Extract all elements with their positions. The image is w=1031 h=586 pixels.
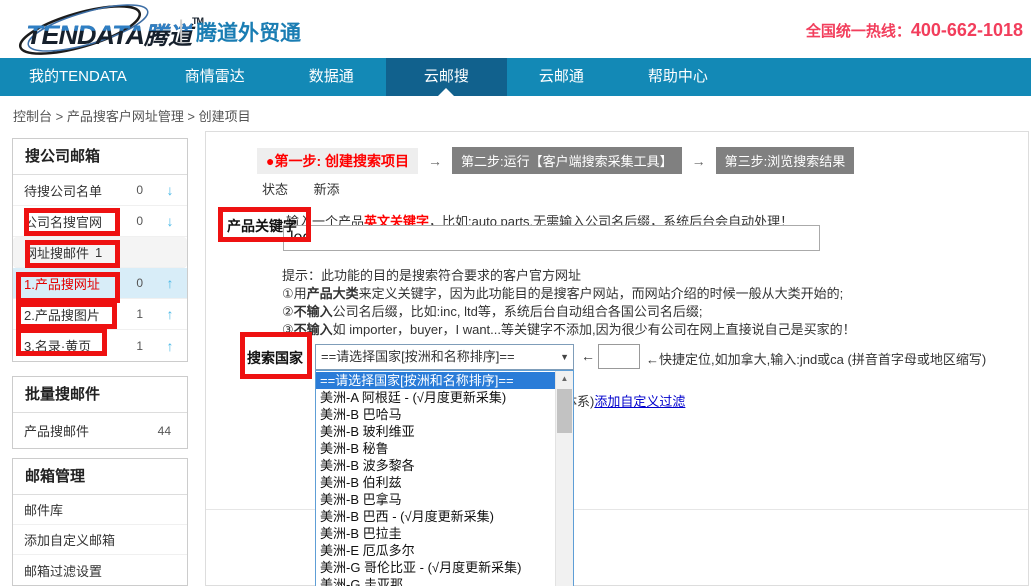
country-options: ==请选择国家[按洲和名称排序]==美洲-A 阿根廷 - (√月度更新采集)美洲… [316, 372, 555, 586]
step-arrow-icon: → [682, 153, 716, 169]
scrollbar-thumb[interactable] [557, 389, 572, 433]
custom-filter-line: 体系)添加自定义过滤 [564, 391, 685, 410]
sidebar-item-mailbox-filter-settings[interactable]: 邮箱过滤设置 [13, 555, 187, 585]
sidebar-item-add-custom-mailbox[interactable]: 添加自定义邮箱 [13, 525, 187, 555]
sidebar-section-batch-search-email: 批量搜邮件 产品搜邮件 44 [12, 376, 188, 449]
count-badge: 0 [136, 183, 143, 197]
status-label: 状态 [262, 182, 288, 197]
search-country-label: 搜索国家 [247, 348, 303, 368]
add-custom-filter-link[interactable]: 添加自定义过滤 [594, 394, 685, 409]
sidebar-title-batch-search-email: 批量搜邮件 [13, 377, 187, 413]
country-option[interactable]: 美洲-G 圭亚那 [316, 576, 555, 586]
country-dropdown-list: ==请选择国家[按洲和名称排序]==美洲-A 阿根廷 - (√月度更新采集)美洲… [315, 370, 574, 586]
step-3-browse-results: 第三步:浏览搜索结果 [716, 147, 855, 174]
sidebar-item-product-search-email[interactable]: 产品搜邮件 44 [13, 413, 187, 448]
sidebar-section-mailbox-management: 邮箱管理 邮件库 添加自定义邮箱 邮箱过滤设置 [12, 458, 188, 586]
tips-line-3: ②不输入公司名后缀，比如:inc, ltd等，系统后台自动组合各国公司名后缀; [282, 303, 856, 321]
product-keyword-input[interactable] [283, 225, 820, 251]
sidebar-section-search-company-email: 搜公司邮箱 待搜公司名单 0 ↓ 公司名搜官网 0 ↓ 网址搜邮件 1 1.产品… [12, 138, 188, 362]
dropdown-scrollbar[interactable]: ▲ [555, 371, 573, 586]
scroll-up-icon[interactable]: ▲ [556, 371, 573, 387]
arrow-down-icon[interactable]: ↓ [163, 182, 177, 198]
country-option[interactable]: 美洲-B 玻利维亚 [316, 423, 555, 440]
country-option[interactable]: 美洲-A 阿根廷 - (√月度更新采集) [316, 389, 555, 406]
nav-item-data-pass[interactable]: 数据通 [277, 58, 386, 96]
logo-text: TENDATA腾道TM TENDATA腾道 [26, 16, 203, 51]
quick-locate-hint: ←快捷定位,如加拿大,输入:jnd或ca (拼音首字母或地区缩写) [646, 349, 986, 368]
sidebar-item-mail-library[interactable]: 邮件库 [13, 495, 187, 525]
sidebar-item-url-search-email[interactable]: 网址搜邮件 1 [13, 237, 187, 268]
country-option[interactable]: 美洲-B 巴西 - (√月度更新采集) [316, 508, 555, 525]
count-badge: 44 [158, 424, 171, 438]
country-option[interactable]: 美洲-B 巴哈马 [316, 406, 555, 423]
product-keyword-label: 产品关键字 [227, 216, 297, 236]
tips-line-2: ①用产品大类来定义关键字，因为此功能目的是搜客户网站，而网站介绍的时候一般从大类… [282, 285, 856, 303]
count-badge: 1 [95, 245, 102, 260]
step-1-create-project: ●第一步: 创建搜索项目 [257, 148, 418, 174]
sidebar-item-directory-yellow-pages[interactable]: 3.名录·黄页 1 ↑ [13, 330, 187, 361]
chevron-down-icon: ▼ [560, 345, 569, 369]
page: TENDATA腾道TM TENDATA腾道 | 腾道外贸通 全国统一热线：400… [0, 0, 1031, 586]
country-option[interactable]: ==请选择国家[按洲和名称排序]== [316, 372, 555, 389]
count-badge: 1 [136, 307, 143, 321]
logo-divider: | [178, 16, 184, 44]
country-option[interactable]: 美洲-B 巴拿马 [316, 491, 555, 508]
quick-locate-input[interactable] [598, 344, 640, 369]
header: TENDATA腾道TM TENDATA腾道 | 腾道外贸通 全国统一热线：400… [0, 0, 1031, 58]
sidebar-item-company-name-search-site[interactable]: 公司名搜官网 0 ↓ [13, 206, 187, 237]
step-arrow-icon: → [418, 153, 452, 169]
status-row: 状态 新添 [262, 179, 340, 198]
count-badge: 0 [136, 276, 143, 290]
arrow-down-icon[interactable]: ↓ [163, 213, 177, 229]
product-name: 腾道外贸通 [196, 17, 301, 47]
step-2-run-client-tool: 第二步:运行【客户端搜索采集工具】 [452, 147, 682, 174]
country-option[interactable]: 美洲-B 秘鲁 [316, 440, 555, 457]
arrow-up-icon[interactable]: ↑ [163, 306, 177, 322]
arrow-up-icon[interactable]: ↑ [163, 338, 177, 354]
sidebar-item-product-search-image[interactable]: 2.产品搜图片 1 ↑ [13, 299, 187, 330]
nav-item-cloud-mail-search[interactable]: 云邮搜 [386, 58, 507, 96]
tips-line-1: 提示：此功能的目的是搜索符合要求的客户官方网址 [282, 267, 856, 285]
tips-block: 提示：此功能的目的是搜索符合要求的客户官方网址 ①用产品大类来定义关键字，因为此… [282, 267, 856, 339]
country-option[interactable]: 美洲-E 厄瓜多尔 [316, 542, 555, 559]
nav-item-business-radar[interactable]: 商情雷达 [153, 58, 277, 96]
breadcrumb: 控制台 > 产品搜客户网址管理 > 创建项目 [13, 106, 251, 125]
count-badge: 1 [136, 339, 143, 353]
sidebar-title-mailbox-management: 邮箱管理 [13, 459, 187, 495]
hotline-label: 全国统一热线： [806, 23, 911, 40]
count-badge: 0 [136, 214, 143, 228]
country-option[interactable]: 美洲-G 哥伦比亚 - (√月度更新采集) [316, 559, 555, 576]
status-value: 新添 [314, 182, 340, 197]
wizard-steps: ●第一步: 创建搜索项目 → 第二步:运行【客户端搜索采集工具】 → 第三步:浏… [257, 147, 854, 174]
sidebar-title-search-company-email: 搜公司邮箱 [13, 139, 187, 175]
arrow-up-icon[interactable]: ↑ [163, 275, 177, 291]
hotline-number: 400-662-1018 [911, 20, 1023, 40]
nav-item-cloud-mail-pass[interactable]: 云邮通 [507, 58, 616, 96]
nav-item-my-tendata[interactable]: 我的TENDATA [0, 58, 153, 96]
left-arrow-icon: ← [581, 348, 595, 364]
main-nav: 我的TENDATA 商情雷达 数据通 云邮搜 云邮通 帮助中心 [0, 58, 1031, 96]
hotline: 全国统一热线：400-662-1018 [806, 20, 1023, 41]
sidebar-item-pending-company-list[interactable]: 待搜公司名单 0 ↓ [13, 175, 187, 206]
country-option[interactable]: 美洲-B 波多黎各 [316, 457, 555, 474]
country-select[interactable]: ==请选择国家[按洲和名称排序]== ▼ [315, 344, 574, 370]
nav-item-help-center[interactable]: 帮助中心 [616, 58, 740, 96]
country-option[interactable]: 美洲-B 伯利兹 [316, 474, 555, 491]
country-option[interactable]: 美洲-B 巴拉圭 [316, 525, 555, 542]
country-select-value: ==请选择国家[按洲和名称排序]== [321, 349, 515, 364]
tips-line-4: ③不输入如 importer，buyer，I want...等关键字不添加,因为… [282, 321, 856, 339]
sidebar-item-product-search-url[interactable]: 1.产品搜网址 0 ↑ [13, 268, 187, 299]
